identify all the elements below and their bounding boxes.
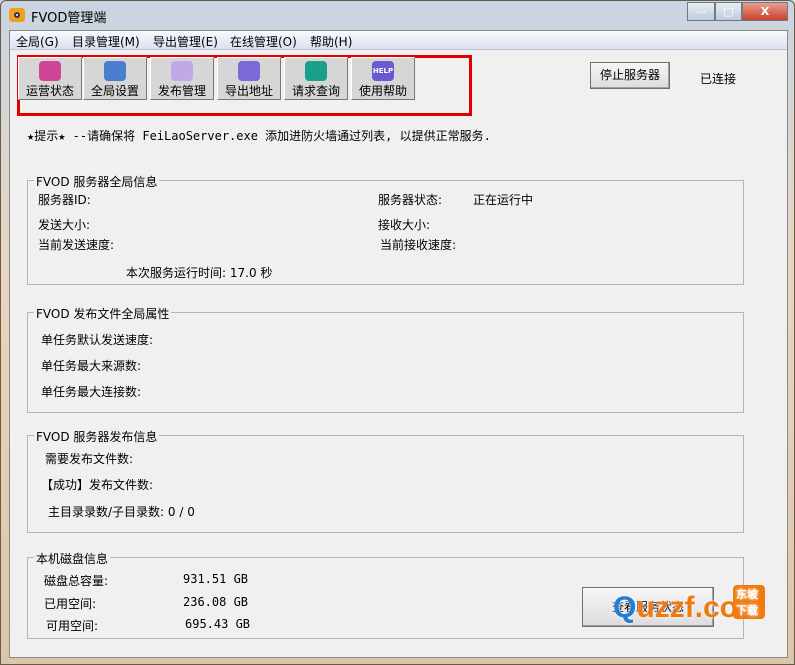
- menu-global[interactable]: 全局(G): [16, 33, 59, 50]
- close-button[interactable]: X: [742, 2, 788, 21]
- tip-text: ★提示★ --请确保将 FeiLaoServer.exe 添加进防火墙通过列表,…: [27, 129, 491, 143]
- window-frame: FVOD管理端 — □ X 全局(G) 目录管理(M) 导出管理(E) 在线管理…: [0, 0, 795, 665]
- disk-used-value: 236.08 GB: [183, 595, 249, 609]
- group-title: 本机磁盘信息: [34, 550, 111, 567]
- menu-online[interactable]: 在线管理(O): [230, 33, 297, 50]
- window-title: FVOD管理端: [31, 11, 107, 26]
- server-id-label: 服务器ID:: [38, 193, 91, 207]
- group-title: FVOD 发布文件全局属性: [34, 305, 172, 322]
- server-status-value: 正在运行中: [473, 193, 534, 207]
- group-title: FVOD 服务器发布信息: [34, 428, 160, 445]
- send-size-label: 发送大小:: [38, 218, 91, 232]
- menu-directory[interactable]: 目录管理(M): [72, 33, 140, 50]
- server-info-group: FVOD 服务器全局信息 服务器ID: 服务器状态: 正在运行中 发送大小: 接…: [27, 173, 744, 285]
- menu-help[interactable]: 帮助(H): [310, 33, 352, 50]
- toolbar-request-query[interactable]: 请求查询: [284, 57, 348, 100]
- monitor-icon: [39, 61, 61, 81]
- toolbar-operation-status[interactable]: 运营状态: [18, 57, 82, 100]
- toolbar-global-settings[interactable]: 全局设置: [83, 57, 147, 100]
- server-status-label: 服务器状态:: [378, 193, 443, 207]
- disk-used-label: 已用空间:: [44, 597, 97, 611]
- toolbar-export-address[interactable]: 导出地址: [217, 57, 281, 100]
- tools-icon: [104, 61, 126, 81]
- disk-total-value: 931.51 GB: [183, 572, 249, 586]
- publish-info-group: FVOD 服务器发布信息 需要发布文件数: 【成功】发布文件数: 主目录录数/子…: [27, 428, 744, 533]
- disk-total-label: 磁盘总容量:: [44, 574, 109, 588]
- toolbar-label: 运营状态: [25, 84, 74, 98]
- minimize-button[interactable]: —: [687, 2, 715, 21]
- toolbar-label: 导出地址: [224, 84, 273, 98]
- maximize-button[interactable]: □: [715, 2, 742, 21]
- toolbar-label: 发布管理: [157, 84, 206, 98]
- stop-server-button[interactable]: 停止服务器: [590, 62, 670, 89]
- max-sources-label: 单任务最大来源数:: [41, 359, 142, 373]
- toolbar-label: 全局设置: [90, 84, 139, 98]
- clipboard-icon: [171, 61, 193, 81]
- watermark-logo: Quzzf.com 东坡下载: [613, 585, 765, 625]
- uptime-text: 本次服务运行时间: 17.0 秒: [126, 266, 273, 280]
- menu-bar: 全局(G) 目录管理(M) 导出管理(E) 在线管理(O) 帮助(H): [10, 31, 787, 50]
- help-icon: HELP: [372, 61, 394, 81]
- disk-free-value: 695.43 GB: [185, 617, 251, 631]
- recv-size-label: 接收大小:: [378, 218, 431, 232]
- connection-status: 已连接: [700, 72, 737, 86]
- need-files-label: 需要发布文件数:: [45, 452, 134, 466]
- watermark-badge: 东坡下载: [733, 585, 765, 619]
- dirs-label: 主目录录数/子目录数: 0 / 0: [48, 505, 195, 519]
- toolbar-label: 请求查询: [291, 84, 340, 98]
- disk-free-label: 可用空间:: [46, 619, 99, 633]
- app-eye-icon: [9, 8, 25, 22]
- recv-speed-label: 当前接收速度:: [380, 238, 457, 252]
- toolbar-help[interactable]: HELP 使用帮助: [351, 57, 415, 100]
- export-icon: [238, 61, 260, 81]
- menu-export[interactable]: 导出管理(E): [153, 33, 218, 50]
- group-title: FVOD 服务器全局信息: [34, 173, 160, 190]
- send-speed-label: 当前发送速度:: [38, 238, 115, 252]
- toolbar-publish-management[interactable]: 发布管理: [150, 57, 214, 100]
- default-speed-label: 单任务默认发送速度:: [41, 333, 154, 347]
- toolbar-label: 使用帮助: [358, 84, 407, 98]
- publish-props-group: FVOD 发布文件全局属性 单任务默认发送速度: 单任务最大来源数: 单任务最大…: [27, 305, 744, 413]
- client-area: 全局(G) 目录管理(M) 导出管理(E) 在线管理(O) 帮助(H) 运营状态…: [9, 30, 788, 658]
- success-files-label: 【成功】发布文件数:: [41, 478, 154, 492]
- id-card-icon: [305, 61, 327, 81]
- max-connections-label: 单任务最大连接数:: [41, 385, 142, 399]
